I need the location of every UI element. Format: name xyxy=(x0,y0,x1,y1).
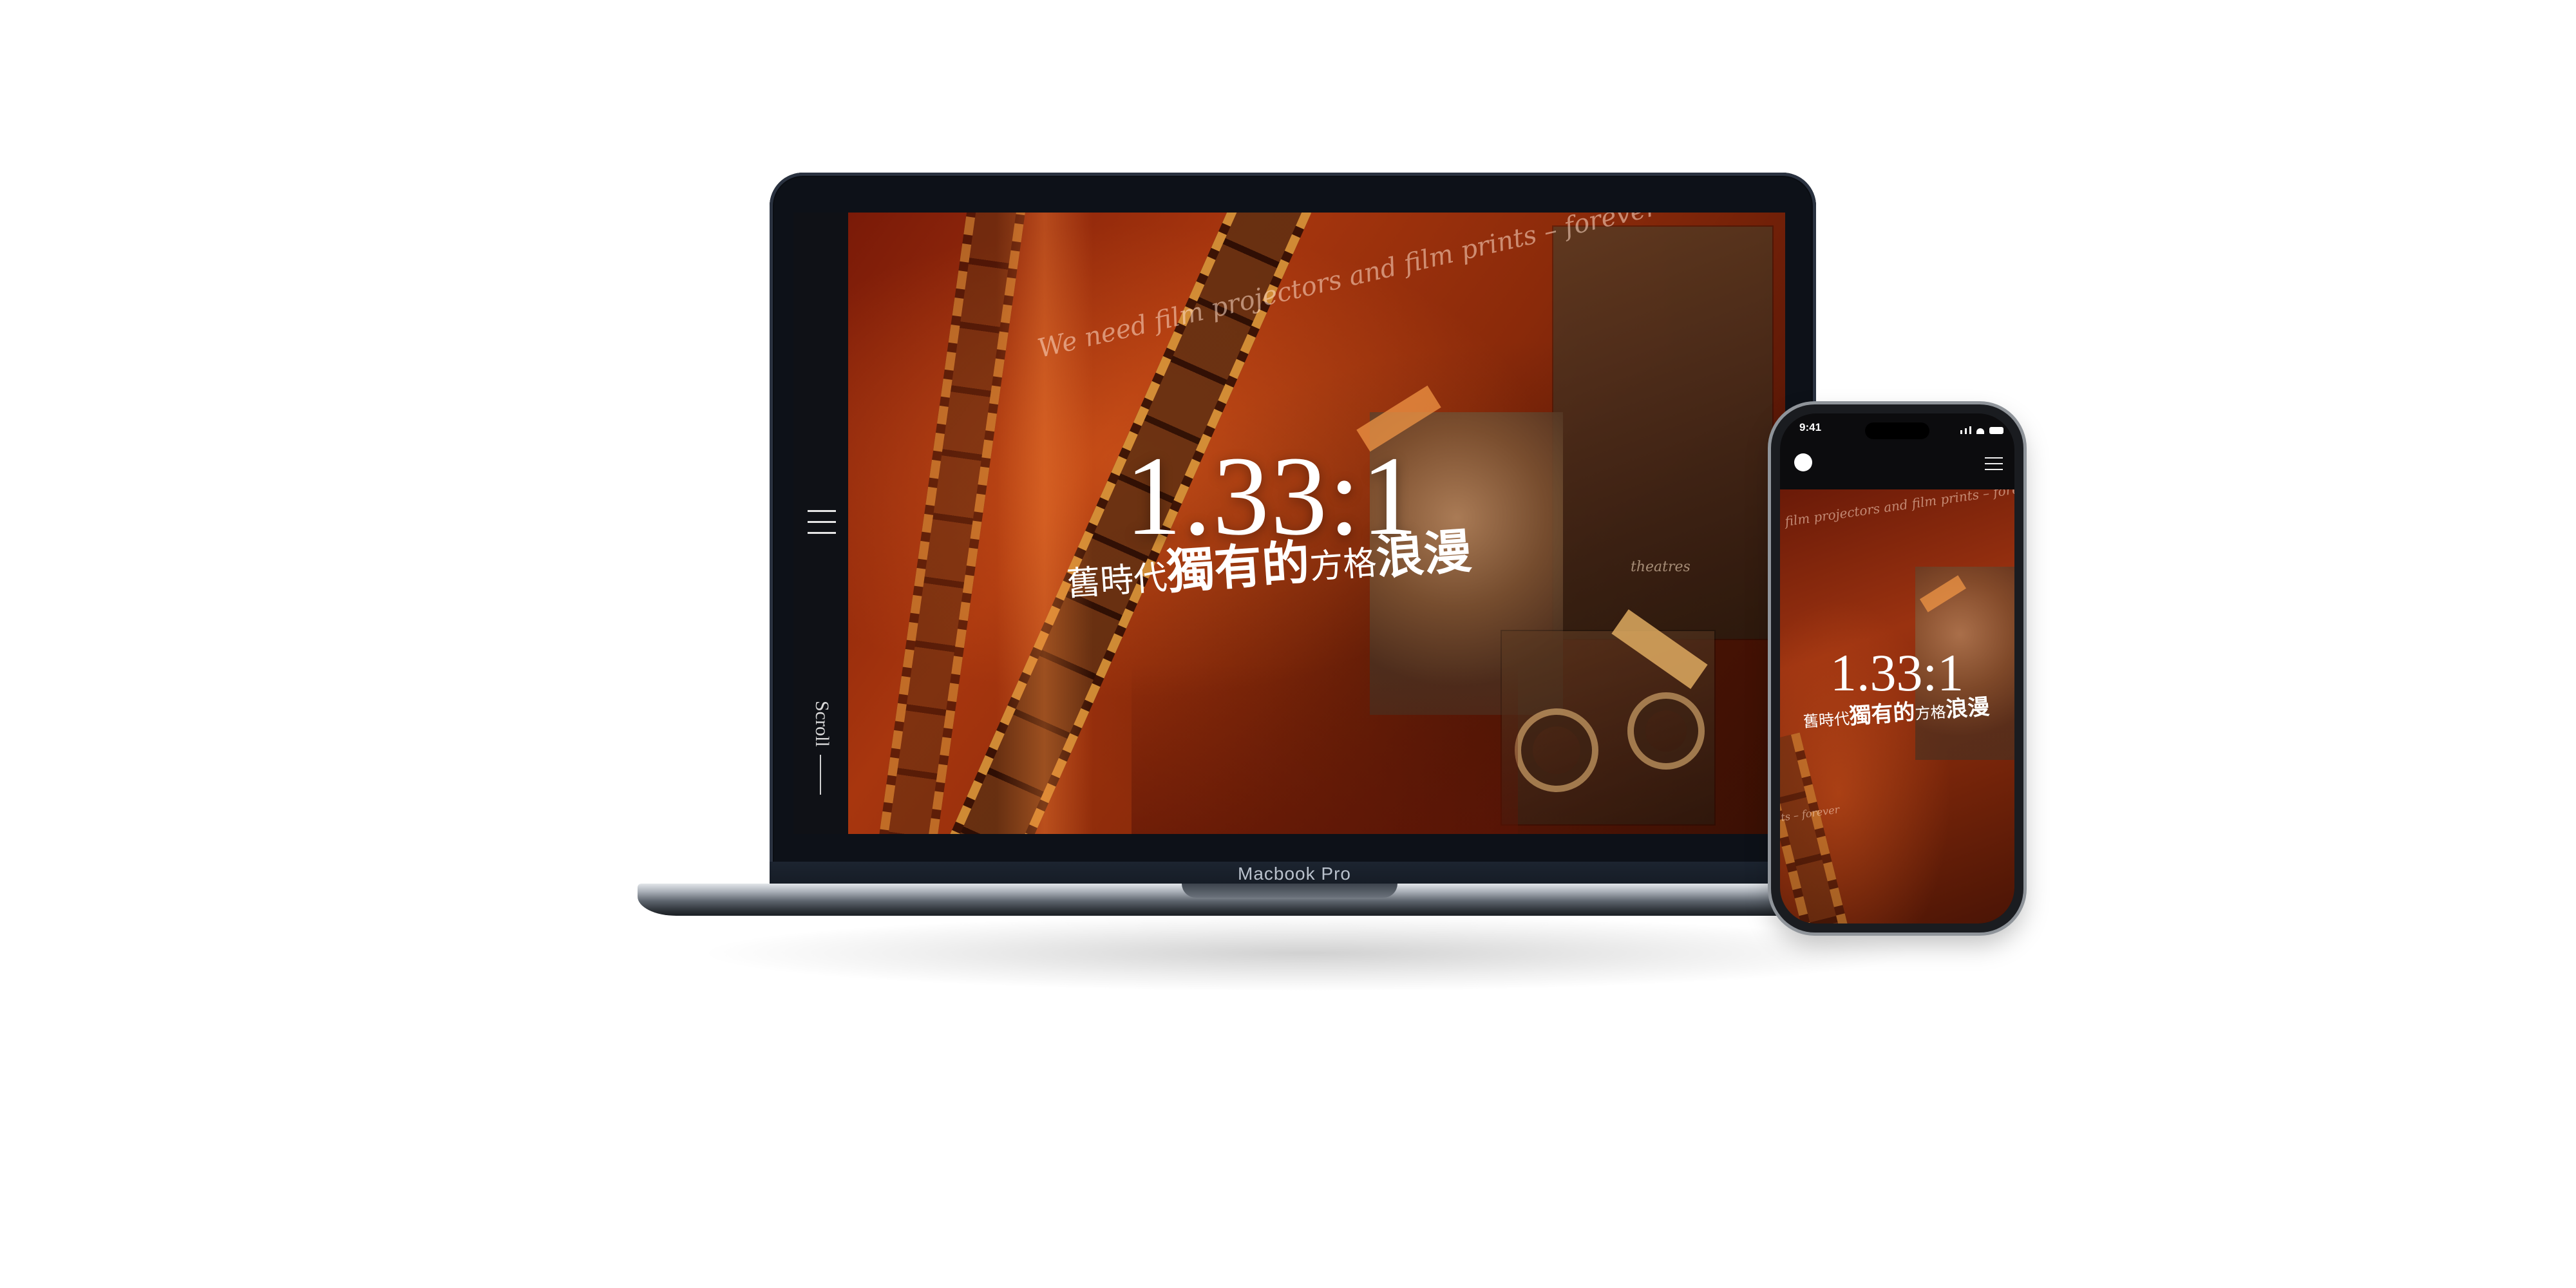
light-leak xyxy=(996,213,1093,834)
projector-photo xyxy=(1553,227,1772,639)
signal-icon xyxy=(1969,426,1971,434)
phone-script-text: film projectors and film prints – foreve… xyxy=(1784,489,2014,529)
phone-hero-banner: film projectors and film prints – foreve… xyxy=(1780,489,2014,923)
menu-icon[interactable] xyxy=(1985,457,2003,470)
phone-screen: 9:41 film projectors and film prints – f… xyxy=(1780,413,2014,923)
signal-icon xyxy=(1960,430,1962,434)
film-reel-icon xyxy=(1515,708,1598,792)
tagline-part: 獨有的 xyxy=(1848,699,1916,730)
tagline-part: 方格 xyxy=(1308,544,1378,587)
tagline-part: 獨有的 xyxy=(1164,535,1312,600)
status-time: 9:41 xyxy=(1799,421,1822,433)
scroll-indicator[interactable]: Scroll xyxy=(811,701,833,795)
tape-word: theatres xyxy=(1631,559,1690,575)
tagline-part: 浪漫 xyxy=(1945,694,1991,723)
side-nav: Scroll xyxy=(793,213,848,834)
tagline-part: 浪漫 xyxy=(1374,524,1473,586)
status-icons xyxy=(1960,422,2006,434)
signal-icon xyxy=(1965,428,1967,434)
scroll-label: Scroll xyxy=(811,701,833,747)
menu-icon[interactable] xyxy=(808,510,836,534)
laptop-screen: Scroll theatres We need film projectors … xyxy=(793,213,1785,834)
tagline-part: 舊時代 xyxy=(1803,709,1850,731)
scroll-line xyxy=(820,754,821,795)
hero-banner: theatres We need film projectors and fil… xyxy=(848,213,1785,834)
tagline-part: 舊時代 xyxy=(1065,558,1169,604)
film-strips-bottom xyxy=(1132,663,1518,834)
wifi-icon xyxy=(1976,428,1984,434)
dynamic-island xyxy=(1865,422,1929,439)
laptop-shadow xyxy=(696,914,1919,992)
battery-icon xyxy=(1989,427,2003,434)
film-reel-icon xyxy=(1627,692,1705,770)
film-strip-image xyxy=(1780,732,1862,923)
laptop-trackpad-notch xyxy=(1182,884,1397,898)
tagline-part: 方格 xyxy=(1914,703,1947,723)
site-logo-icon[interactable] xyxy=(1794,453,1812,471)
